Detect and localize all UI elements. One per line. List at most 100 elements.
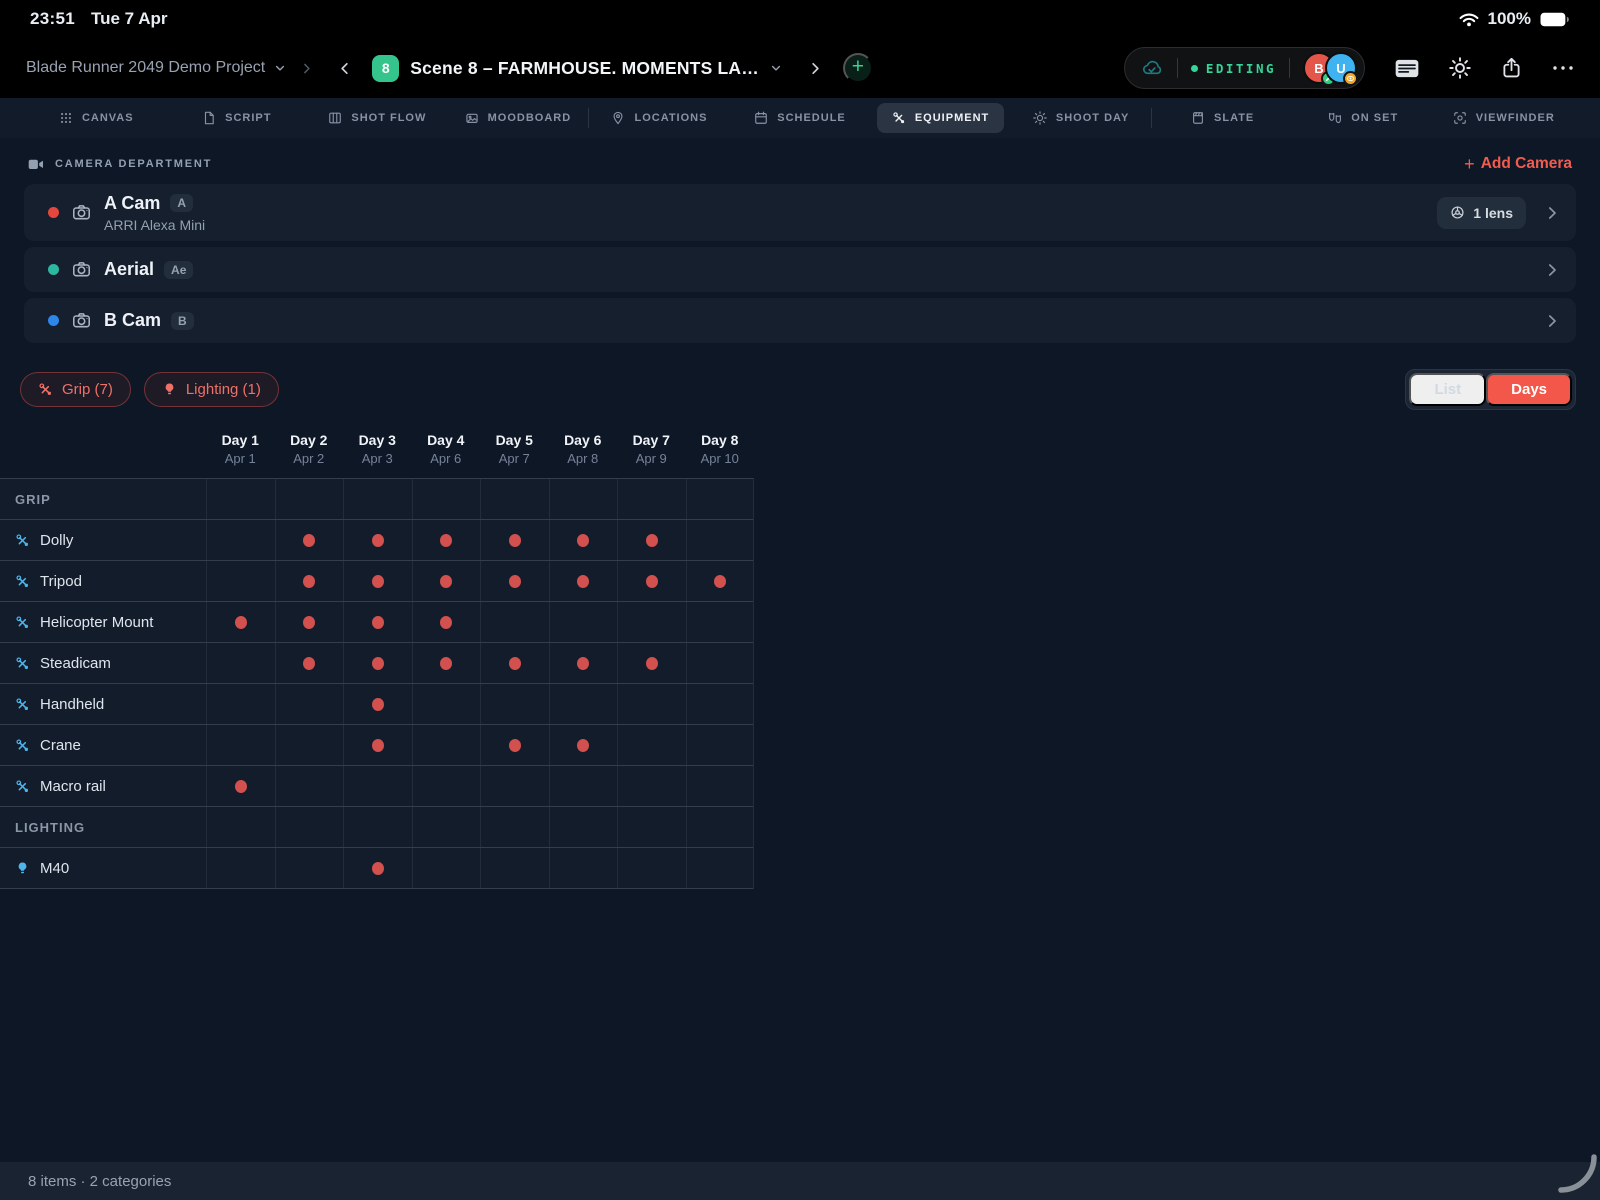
usage-cell-day-5[interactable] <box>480 766 549 806</box>
usage-cell-day-5[interactable] <box>480 643 549 683</box>
tab-equipment[interactable]: EQUIPMENT <box>877 103 1004 133</box>
usage-cell-day-6[interactable] <box>549 643 618 683</box>
usage-cell-day-1[interactable] <box>206 643 275 683</box>
tab-shot-flow[interactable]: SHOT FLOW <box>313 103 441 133</box>
usage-cell-day-1[interactable] <box>206 684 275 724</box>
usage-cell-day-3[interactable] <box>343 643 412 683</box>
usage-cell-day-8[interactable] <box>686 848 755 888</box>
view-toggle-list[interactable]: List <box>1409 373 1486 406</box>
tab-on-set[interactable]: ON SET <box>1313 103 1413 133</box>
usage-cell-day-7[interactable] <box>617 684 686 724</box>
usage-cell-day-3[interactable] <box>343 725 412 765</box>
forward-button[interactable] <box>808 61 823 76</box>
usage-cell-day-7[interactable] <box>617 766 686 806</box>
usage-cell-day-3[interactable] <box>343 766 412 806</box>
usage-cell-day-6[interactable] <box>549 684 618 724</box>
usage-cell-day-7[interactable] <box>617 520 686 560</box>
usage-cell-day-4[interactable] <box>412 520 481 560</box>
usage-cell-day-8[interactable] <box>686 561 755 601</box>
usage-cell-day-2[interactable] <box>275 561 344 601</box>
usage-cell-day-8[interactable] <box>686 602 755 642</box>
usage-cell-day-2[interactable] <box>275 848 344 888</box>
equipment-row-dolly[interactable]: Dolly <box>0 520 753 561</box>
equipment-label-cell[interactable]: Steadicam <box>0 643 206 683</box>
back-button[interactable] <box>337 61 352 76</box>
usage-cell-day-8[interactable] <box>686 520 755 560</box>
more-options-icon[interactable] <box>1552 64 1574 72</box>
usage-cell-day-7[interactable] <box>617 643 686 683</box>
usage-cell-day-2[interactable] <box>275 643 344 683</box>
usage-cell-day-1[interactable] <box>206 766 275 806</box>
camera-row-aerial[interactable]: AerialAe <box>24 247 1576 292</box>
usage-cell-day-4[interactable] <box>412 602 481 642</box>
usage-cell-day-7[interactable] <box>617 848 686 888</box>
tab-moodboard[interactable]: MOODBOARD <box>450 103 587 133</box>
equipment-row-helicopter-mount[interactable]: Helicopter Mount <box>0 602 753 643</box>
equipment-row-m40[interactable]: M40 <box>0 848 753 889</box>
usage-cell-day-5[interactable] <box>480 520 549 560</box>
usage-cell-day-4[interactable] <box>412 643 481 683</box>
usage-cell-day-2[interactable] <box>275 520 344 560</box>
usage-cell-day-5[interactable] <box>480 602 549 642</box>
usage-cell-day-1[interactable] <box>206 561 275 601</box>
lens-count-pill[interactable]: 1 lens <box>1437 197 1526 229</box>
chevron-right-icon[interactable] <box>1544 313 1560 329</box>
chevron-right-icon[interactable] <box>1544 262 1560 278</box>
usage-cell-day-7[interactable] <box>617 561 686 601</box>
usage-cell-day-8[interactable] <box>686 766 755 806</box>
equipment-label-cell[interactable]: Crane <box>0 725 206 765</box>
usage-cell-day-4[interactable] <box>412 766 481 806</box>
usage-cell-day-8[interactable] <box>686 684 755 724</box>
usage-cell-day-8[interactable] <box>686 725 755 765</box>
scene-chevron-down-icon[interactable] <box>770 62 782 74</box>
usage-cell-day-1[interactable] <box>206 848 275 888</box>
tab-script[interactable]: SCRIPT <box>187 103 286 133</box>
filter-chip-grip-7[interactable]: Grip (7) <box>20 372 131 407</box>
usage-cell-day-6[interactable] <box>549 520 618 560</box>
usage-cell-day-8[interactable] <box>686 643 755 683</box>
view-toggle-days[interactable]: Days <box>1486 373 1572 406</box>
usage-cell-day-5[interactable] <box>480 684 549 724</box>
tab-shoot-day[interactable]: SHOOT DAY <box>1018 103 1144 133</box>
usage-cell-day-3[interactable] <box>343 561 412 601</box>
usage-cell-day-1[interactable] <box>206 725 275 765</box>
avatar[interactable]: U <box>1325 52 1357 84</box>
usage-cell-day-2[interactable] <box>275 602 344 642</box>
tab-canvas[interactable]: CANVAS <box>44 103 149 133</box>
equipment-label-cell[interactable]: Dolly <box>0 520 206 560</box>
tab-schedule[interactable]: SCHEDULE <box>739 103 861 133</box>
project-switcher[interactable]: Blade Runner 2049 Demo Project <box>26 59 286 77</box>
usage-cell-day-6[interactable] <box>549 766 618 806</box>
tab-locations[interactable]: LOCATIONS <box>596 103 722 133</box>
keyboard-icon[interactable] <box>1395 59 1419 78</box>
camera-row-a-cam[interactable]: A CamAARRI Alexa Mini1 lens <box>24 184 1576 241</box>
usage-cell-day-3[interactable] <box>343 848 412 888</box>
usage-cell-day-3[interactable] <box>343 520 412 560</box>
usage-cell-day-2[interactable] <box>275 684 344 724</box>
chevron-right-icon[interactable] <box>1544 205 1560 221</box>
usage-cell-day-7[interactable] <box>617 602 686 642</box>
usage-cell-day-2[interactable] <box>275 766 344 806</box>
equipment-label-cell[interactable]: Helicopter Mount <box>0 602 206 642</box>
equipment-row-steadicam[interactable]: Steadicam <box>0 643 753 684</box>
tab-viewfinder[interactable]: VIEWFINDER <box>1438 103 1570 133</box>
equipment-row-crane[interactable]: Crane <box>0 725 753 766</box>
equipment-row-handheld[interactable]: Handheld <box>0 684 753 725</box>
collaboration-pill[interactable]: EDITING BU <box>1124 47 1365 89</box>
usage-cell-day-5[interactable] <box>480 848 549 888</box>
usage-cell-day-2[interactable] <box>275 725 344 765</box>
equipment-label-cell[interactable]: Macro rail <box>0 766 206 806</box>
usage-cell-day-1[interactable] <box>206 602 275 642</box>
tab-slate[interactable]: SLATE <box>1176 103 1269 133</box>
usage-cell-day-5[interactable] <box>480 725 549 765</box>
equipment-label-cell[interactable]: Handheld <box>0 684 206 724</box>
usage-cell-day-3[interactable] <box>343 684 412 724</box>
share-icon[interactable] <box>1501 57 1522 79</box>
usage-cell-day-5[interactable] <box>480 561 549 601</box>
equipment-label-cell[interactable]: M40 <box>0 848 206 888</box>
usage-cell-day-4[interactable] <box>412 561 481 601</box>
usage-cell-day-6[interactable] <box>549 725 618 765</box>
filter-chip-lighting-1[interactable]: Lighting (1) <box>144 372 279 407</box>
brightness-icon[interactable] <box>1449 57 1471 79</box>
camera-row-b-cam[interactable]: B CamB <box>24 298 1576 343</box>
